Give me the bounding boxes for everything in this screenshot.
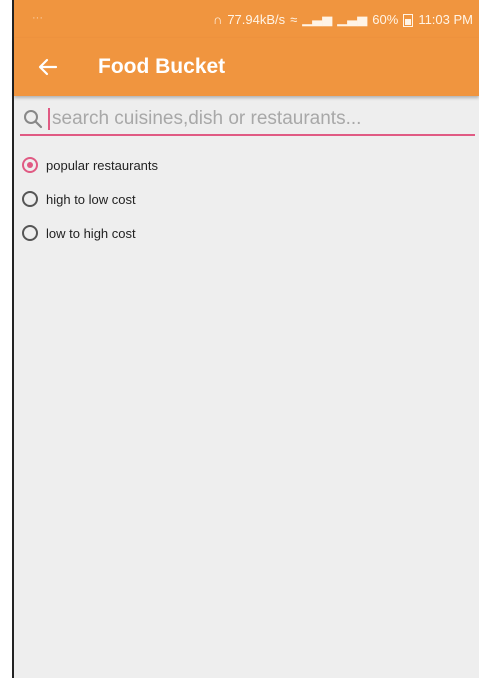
text-cursor	[48, 108, 50, 130]
signal-icon-2: ▁▃▅	[337, 11, 368, 26]
headset-icon: ∩	[212, 11, 223, 27]
network-speed: 77.94kB/s	[227, 11, 286, 27]
sort-options: popular restaurants high to low cost low…	[22, 148, 158, 250]
arrow-left-icon	[38, 58, 58, 76]
sort-option-high-to-low[interactable]: high to low cost	[22, 182, 158, 216]
sort-option-low-to-high[interactable]: low to high cost	[22, 216, 158, 250]
radio-button-checked[interactable]	[22, 157, 38, 173]
battery-percent: 60%	[372, 11, 399, 27]
app-bar: Food Bucket	[14, 38, 479, 96]
status-bar: ··· ∩ 77.94kB/s ≈ ▁▃▅ ▁▃▅ 60% 11:03 PM	[14, 0, 479, 38]
sort-option-label: popular restaurants	[46, 157, 159, 173]
wifi-icon: ≈	[290, 11, 298, 27]
search-bar	[20, 104, 475, 136]
notification-dots-icon: ···	[32, 12, 43, 24]
clock: 11:03 PM	[418, 11, 473, 27]
sort-option-popular[interactable]: popular restaurants	[22, 148, 158, 182]
radio-button[interactable]	[22, 225, 38, 241]
page-title: Food Bucket	[98, 55, 226, 78]
radio-button[interactable]	[22, 191, 38, 207]
app-screen: ··· ∩ 77.94kB/s ≈ ▁▃▅ ▁▃▅ 60% 11:03 PM F…	[12, 0, 479, 678]
sort-option-label: low to high cost	[46, 225, 136, 241]
back-button[interactable]	[36, 55, 60, 79]
signal-icon: ▁▃▅	[302, 11, 333, 26]
search-icon	[24, 110, 43, 129]
search-input[interactable]	[52, 108, 475, 130]
battery-icon	[403, 13, 414, 27]
sort-option-label: high to low cost	[46, 191, 136, 207]
